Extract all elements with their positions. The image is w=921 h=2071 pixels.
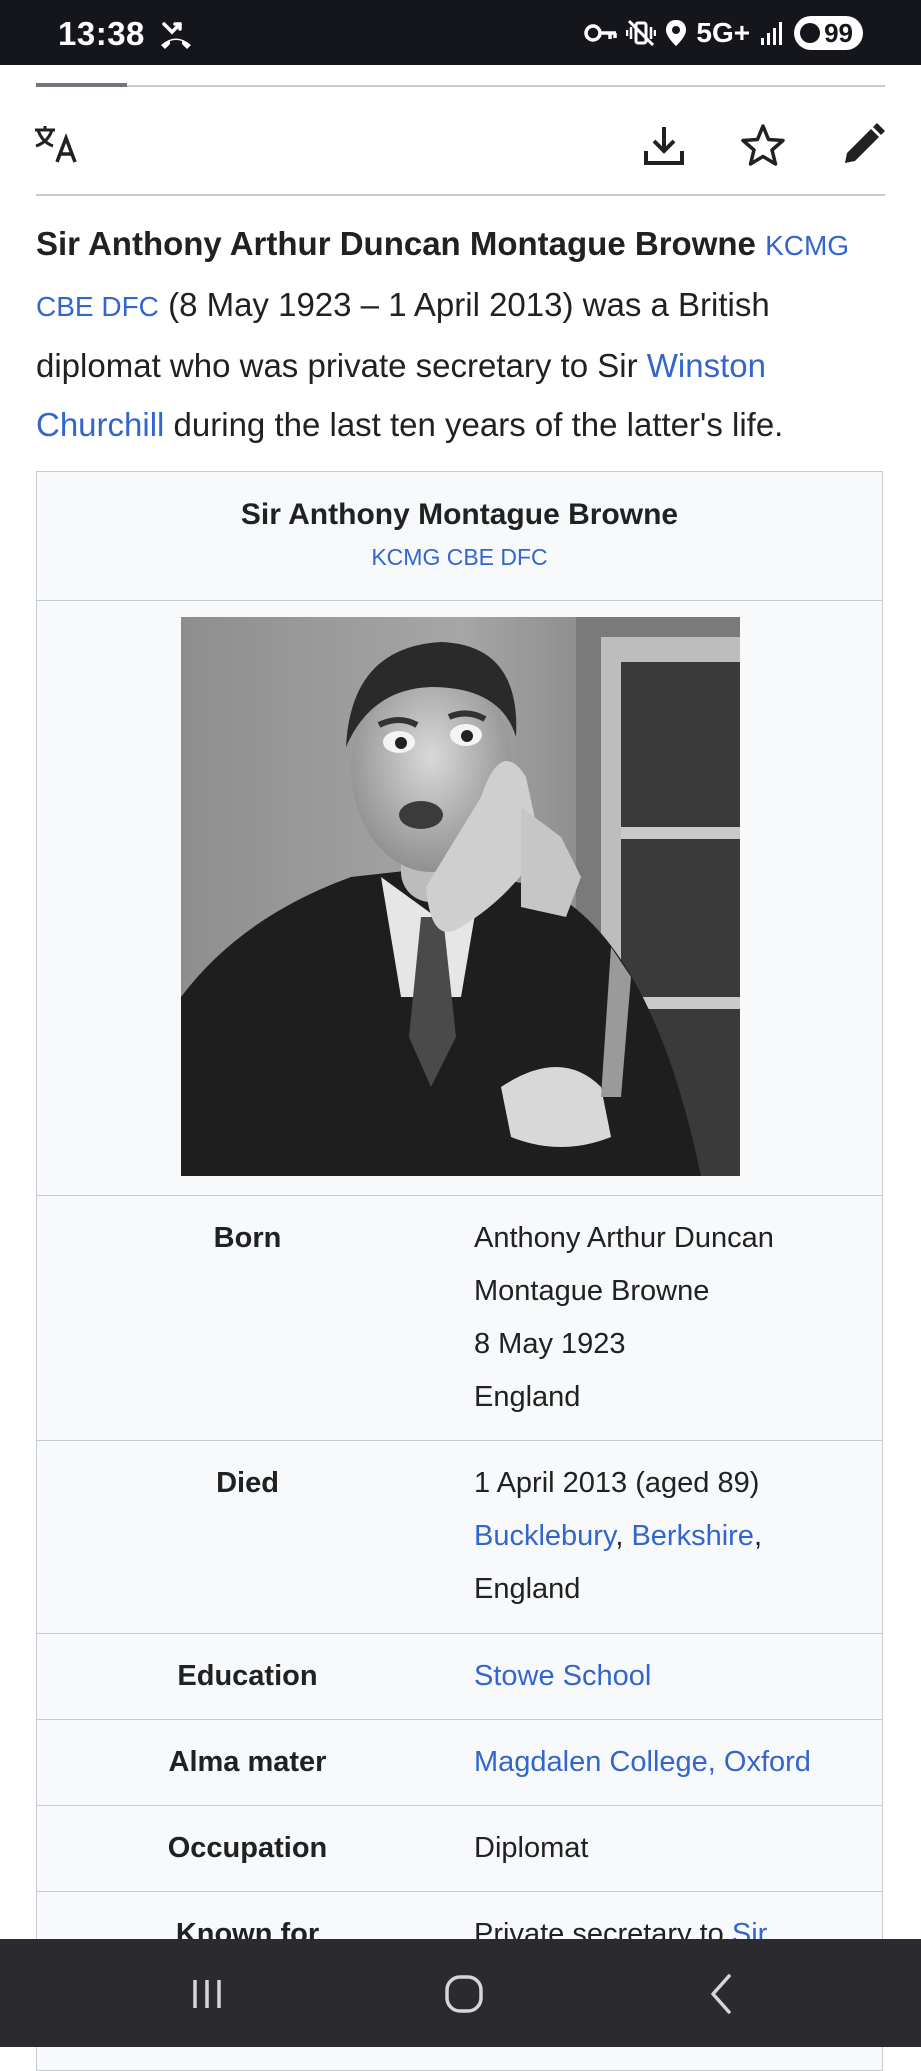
alma-mater-value: Magdalen College, Oxford — [458, 1720, 882, 1805]
recent-apps-icon — [193, 1980, 221, 2008]
home-icon — [445, 1975, 483, 2013]
tab-strip-line — [36, 85, 885, 87]
died-date: 1 April 2013 (aged 89) — [474, 1467, 760, 1499]
lead-text-2: during the last ten years of the latter'… — [164, 406, 784, 443]
battery-saver-dot — [800, 23, 821, 43]
infobox: Sir Anthony Montague Browne KCMG CBE DFC — [36, 471, 883, 2071]
toolbar-divider — [36, 194, 885, 196]
bucklebury-link[interactable]: Bucklebury — [474, 1520, 615, 1552]
battery-level: 99 — [824, 17, 853, 48]
download-button[interactable] — [637, 118, 691, 172]
education-value: Stowe School — [458, 1634, 882, 1719]
died-place: Bucklebury, Berkshire, — [474, 1510, 882, 1563]
translate-button[interactable] — [30, 118, 84, 172]
portrait-photo[interactable] — [181, 617, 740, 1176]
back-icon — [711, 1974, 731, 2014]
born-line: Montague Browne — [474, 1275, 710, 1307]
infobox-row-died: Died 1 April 2013 (aged 89) Bucklebury, … — [37, 1441, 882, 1634]
died-separator: , — [615, 1520, 632, 1552]
signal-icon — [761, 22, 783, 45]
infobox-header: Sir Anthony Montague Browne KCMG CBE DFC — [37, 472, 882, 601]
edit-button[interactable] — [836, 118, 890, 172]
watch-star-button[interactable] — [736, 118, 790, 172]
born-line: 8 May 1923 — [474, 1328, 626, 1360]
missed-call-icon — [161, 22, 191, 49]
star-icon — [741, 124, 785, 166]
location-icon — [666, 20, 687, 46]
status-bar: 13:38 5G+ 99 — [0, 0, 921, 65]
translate-icon — [35, 126, 77, 163]
born-line: Anthony Arthur Duncan — [474, 1222, 774, 1254]
key-icon — [584, 24, 618, 42]
alma-mater-label: Alma mater — [168, 1746, 327, 1778]
portrait-image — [181, 617, 740, 1176]
infobox-row-education: Education Stowe School — [37, 1634, 882, 1720]
edit-pencil-icon — [845, 123, 885, 163]
article-toolbar — [35, 100, 885, 195]
lead-paragraph: Sir Anthony Arthur Duncan Montague Brown… — [36, 214, 896, 454]
home-button[interactable] — [434, 1969, 494, 2019]
infobox-row-born: Born Anthony Arthur Duncan Montague Brow… — [37, 1196, 882, 1441]
infobox-honours-link[interactable]: KCMG CBE DFC — [37, 540, 882, 574]
died-trailing-comma: , — [753, 1520, 762, 1552]
infobox-row-occupation: Occupation Diplomat — [37, 1806, 882, 1892]
tab-strip[interactable] — [36, 83, 885, 87]
died-country: England — [474, 1573, 581, 1605]
infobox-image-row — [37, 601, 882, 1196]
status-icons: 5G+ 99 — [584, 14, 863, 52]
infobox-title: Sir Anthony Montague Browne — [240, 498, 679, 531]
occupation-label: Occupation — [167, 1832, 328, 1864]
born-label: Born — [213, 1222, 282, 1254]
navigation-bar — [0, 1939, 921, 2047]
download-icon — [644, 127, 684, 165]
occupation-value: Diplomat — [474, 1832, 589, 1864]
born-line: England — [474, 1381, 581, 1413]
back-button[interactable] — [691, 1969, 751, 2019]
network-label: 5G+ — [696, 17, 751, 48]
born-value: Anthony Arthur Duncan Montague Browne 8 … — [458, 1196, 882, 1440]
berkshire-link[interactable]: Berkshire — [631, 1520, 754, 1552]
status-time: 13:38 — [58, 15, 145, 52]
died-label: Died — [216, 1467, 279, 1499]
battery-icon: 99 — [794, 16, 863, 50]
died-value: 1 April 2013 (aged 89) Bucklebury, Berks… — [458, 1441, 882, 1633]
subject-name: Sir Anthony Arthur Duncan Montague Brown… — [36, 225, 756, 262]
education-label: Education — [177, 1660, 318, 1692]
recent-apps-button[interactable] — [177, 1969, 237, 2019]
stowe-school-link[interactable]: Stowe School — [474, 1660, 651, 1692]
infobox-row-alma-mater: Alma mater Magdalen College, Oxford — [37, 1720, 882, 1806]
vibrate-icon — [626, 19, 657, 47]
magdalen-college-link[interactable]: Magdalen College, Oxford — [474, 1746, 811, 1778]
tab-active-indicator — [36, 83, 127, 87]
